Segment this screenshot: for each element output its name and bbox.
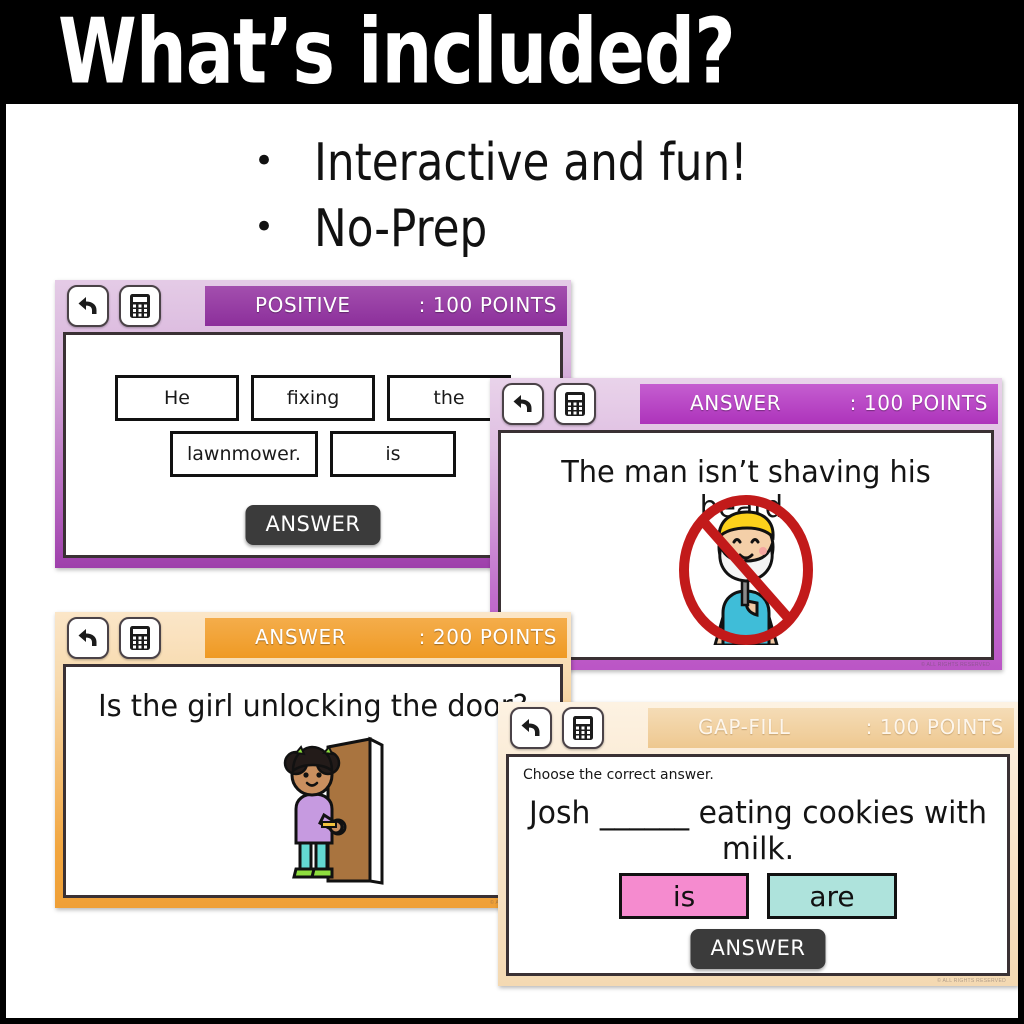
calculator-icon: [571, 715, 595, 741]
word-tile[interactable]: fixing: [251, 375, 375, 421]
bullet-label: No-Prep: [314, 197, 488, 258]
back-arrow-icon: [75, 293, 101, 319]
card-body: He fixing the lawnmower. is ANSWER: [63, 332, 563, 558]
bullet-label: Interactive and fun!: [314, 131, 748, 193]
card-body: The man isn’t shaving his beard.: [498, 430, 994, 660]
answer-choices: is are: [509, 873, 1007, 919]
list-item: • No-Prep: [254, 197, 954, 257]
list-item: • Interactive and fun!: [254, 131, 954, 193]
card-body: Choose the correct answer. Josh ______ e…: [506, 754, 1010, 976]
word-bank: He fixing the lawnmower. is: [66, 375, 560, 487]
bullet-dot-icon: •: [254, 206, 275, 247]
calculator-icon: [128, 625, 152, 651]
card-header: ANSWER : 200 POINTS: [55, 612, 571, 664]
gap-fill-sentence-line2: milk.: [721, 831, 795, 867]
choice-option-are[interactable]: are: [767, 873, 897, 919]
page-banner: What’s included?: [0, 0, 1024, 104]
calculator-icon: [128, 293, 152, 319]
back-arrow-icon: [510, 391, 536, 417]
man-not-shaving-beard-illustration: [671, 495, 821, 650]
card-body: Is the girl unlocking the door?: [63, 664, 563, 898]
back-arrow-icon: [518, 715, 544, 741]
card-category-label: ANSWER: [255, 625, 347, 649]
word-row: He fixing the: [66, 375, 560, 421]
back-button[interactable]: [510, 707, 552, 749]
card-points-label: : 100 POINTS: [849, 391, 988, 415]
slide-page: What’s included? • Interactive and fun! …: [0, 0, 1024, 1024]
calculator-button[interactable]: [119, 617, 161, 659]
girl-unlocking-door-illustration: [266, 731, 396, 894]
back-arrow-icon: [75, 625, 101, 651]
calculator-button[interactable]: [554, 383, 596, 425]
card-points-label: : 200 POINTS: [418, 625, 557, 649]
calculator-button[interactable]: [562, 707, 604, 749]
card-category-label: POSITIVE: [255, 293, 351, 317]
back-button[interactable]: [67, 285, 109, 327]
card-header: GAP-FILL : 100 POINTS: [498, 702, 1018, 754]
card-header: ANSWER : 100 POINTS: [490, 378, 1002, 430]
slide-body: • Interactive and fun! • No-Prep POSITIV…: [6, 104, 1018, 1018]
slide-card-answer-door[interactable]: ANSWER : 200 POINTS Is the girl unlockin…: [55, 612, 571, 908]
word-tile[interactable]: He: [115, 375, 239, 421]
card-category-label: ANSWER: [690, 391, 782, 415]
gap-fill-sentence-line1: Josh ______ eating cookies with: [529, 795, 987, 831]
answer-button[interactable]: ANSWER: [245, 505, 381, 545]
choice-option-is[interactable]: is: [619, 873, 749, 919]
slide-card-gap-fill[interactable]: GAP-FILL : 100 POINTS Choose the correct…: [498, 702, 1018, 986]
card-points-label: : 100 POINTS: [418, 293, 557, 317]
word-tile[interactable]: lawnmower.: [170, 431, 318, 477]
answer-sentence: Is the girl unlocking the door?: [98, 689, 528, 724]
bullet-dot-icon: •: [254, 141, 275, 181]
feature-bullet-list: • Interactive and fun! • No-Prep: [254, 131, 954, 265]
back-button[interactable]: [67, 617, 109, 659]
answer-button[interactable]: ANSWER: [690, 929, 826, 969]
word-row: lawnmower. is: [66, 431, 560, 477]
calculator-button[interactable]: [119, 285, 161, 327]
word-tile[interactable]: is: [329, 431, 456, 477]
calculator-icon: [563, 391, 587, 417]
card-category-label: GAP-FILL: [698, 715, 791, 739]
watermark: © ALL RIGHTS RESERVED: [937, 978, 1006, 984]
watermark: © ALL RIGHTS RESERVED: [921, 662, 990, 668]
back-button[interactable]: [502, 383, 544, 425]
instruction-text: Choose the correct answer.: [523, 767, 714, 783]
card-points-label: : 100 POINTS: [865, 715, 1004, 739]
card-header: POSITIVE : 100 POINTS: [55, 280, 571, 332]
page-title: What’s included?: [58, 0, 736, 104]
